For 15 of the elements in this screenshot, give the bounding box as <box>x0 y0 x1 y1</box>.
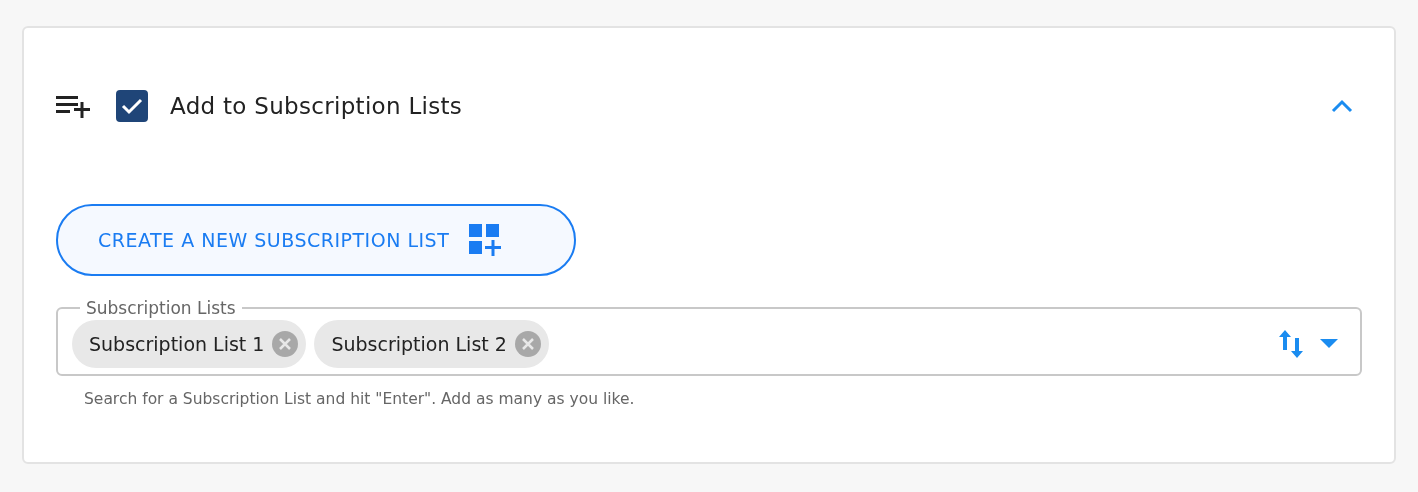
subscription-lists-field[interactable]: Subscription Lists Subscription List 1 Subscription List 2 <box>56 298 1362 376</box>
remove-icon[interactable] <box>514 331 541 357</box>
chip-label: Subscription List 1 <box>89 333 265 355</box>
sort-icon[interactable] <box>1278 328 1304 360</box>
remove-icon[interactable] <box>272 331 299 357</box>
check-icon <box>121 97 143 115</box>
create-list-button[interactable]: CREATE A NEW SUBSCRIPTION LIST <box>56 204 576 276</box>
checkbox[interactable] <box>116 90 148 122</box>
chip-label: Subscription List 2 <box>331 333 507 355</box>
grid-plus-icon <box>469 224 502 256</box>
helper-text: Search for a Subscription List and hit "Enter". Add as many as you like. <box>84 390 636 408</box>
dropdown-icon[interactable] <box>1320 339 1338 349</box>
section-title: Add to Subscription Lists <box>170 93 464 119</box>
playlist-add-icon <box>56 94 90 118</box>
field-label: Subscription Lists <box>85 298 237 318</box>
